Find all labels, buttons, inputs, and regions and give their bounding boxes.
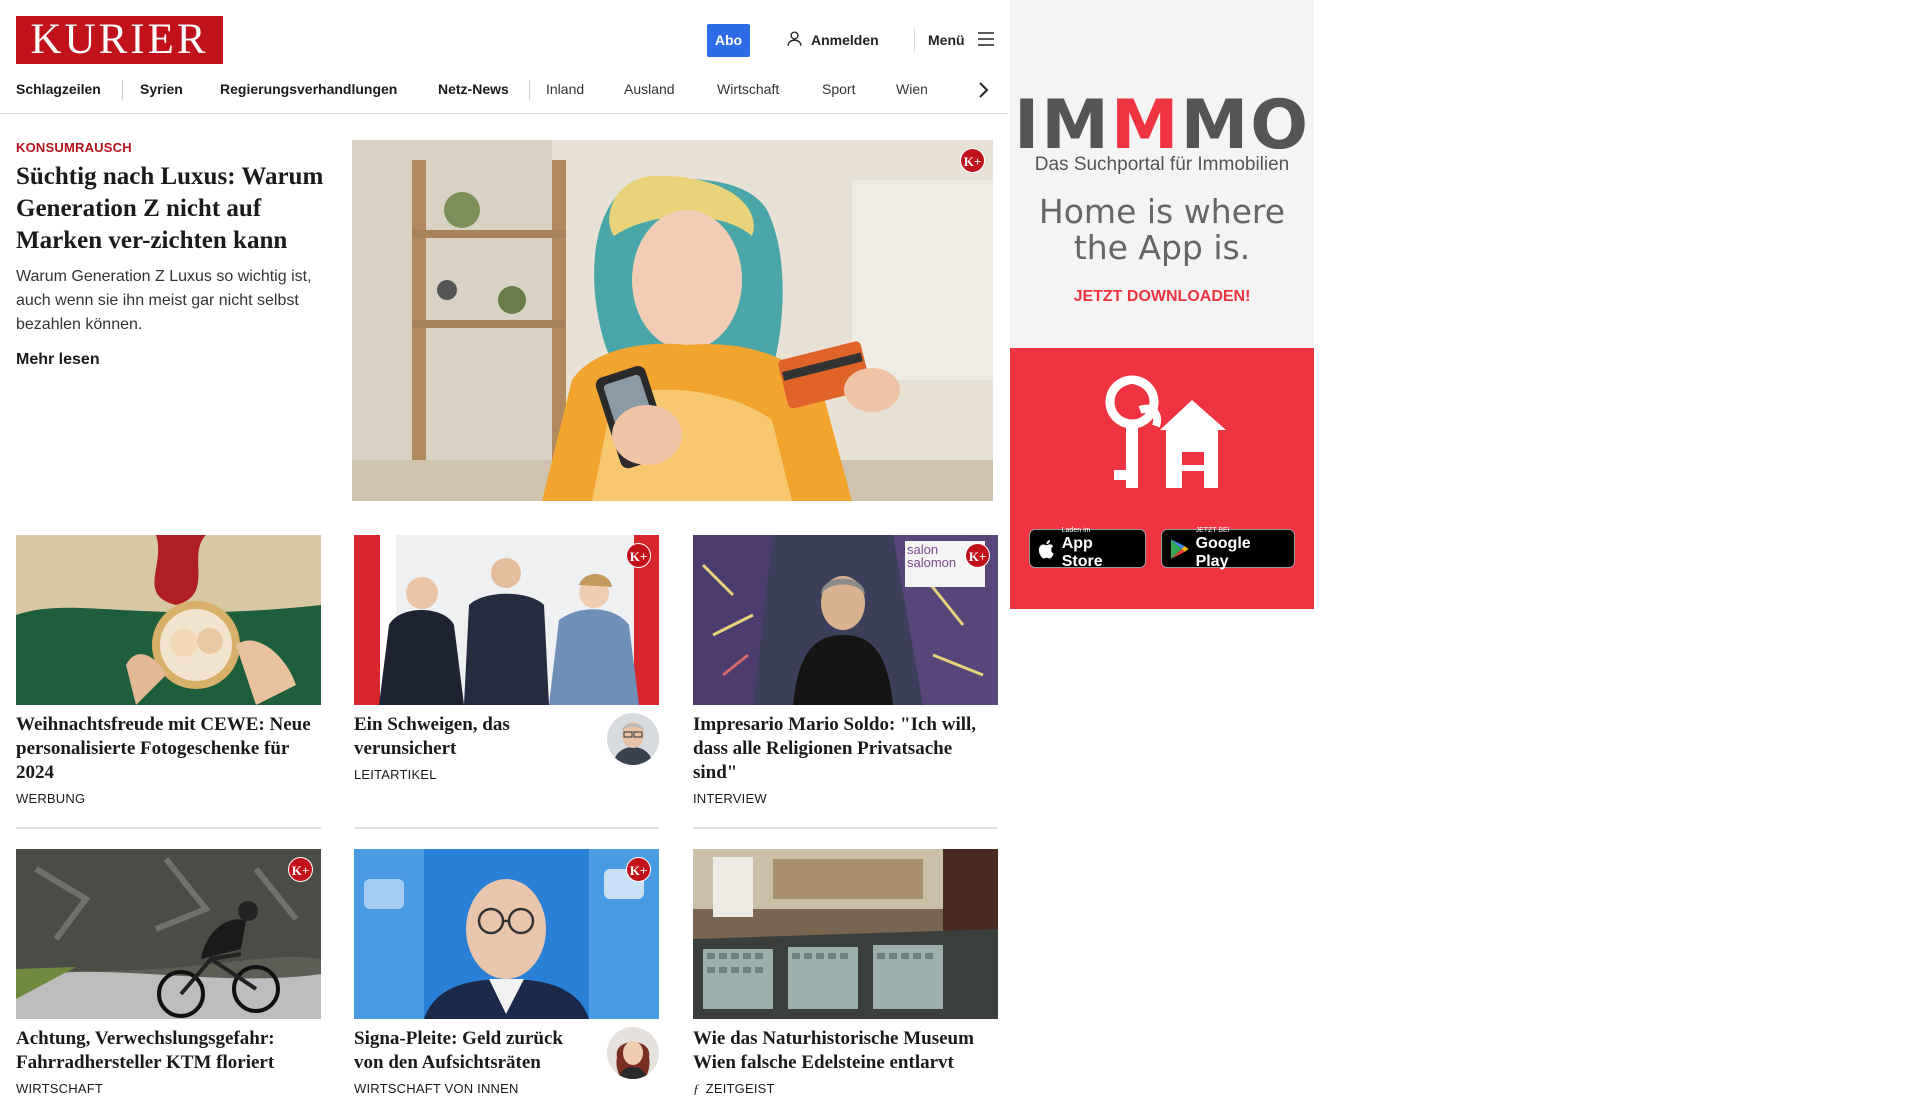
google-play-small-label: JETZT BEI bbox=[1195, 526, 1230, 534]
row-divider bbox=[16, 827, 321, 829]
article-card[interactable]: K+ Signa-Pleite: Geld zurück von den Auf… bbox=[354, 849, 659, 1096]
author-avatar bbox=[607, 713, 659, 765]
article-label: INTERVIEW bbox=[693, 791, 767, 806]
read-more-link[interactable]: Mehr lesen bbox=[16, 351, 326, 369]
immmo-advertisement[interactable]: IMMMO Das Suchportal für Immobilien Home… bbox=[1010, 0, 1314, 609]
nav-item-sport[interactable]: Sport bbox=[822, 76, 855, 114]
ad-download-link[interactable]: JETZT DOWNLOADEN! bbox=[1010, 288, 1314, 306]
article-label: WIRTSCHAFT VON INNEN bbox=[354, 1081, 519, 1096]
nav-item-regierungsverhandlungen[interactable]: Regierungsverhandlungen bbox=[220, 76, 397, 114]
article-image[interactable]: K+ bbox=[354, 535, 659, 705]
kplus-badge: K+ bbox=[965, 543, 990, 568]
article-label: WIRTSCHAFT bbox=[16, 1081, 103, 1096]
login-button[interactable]: Anmelden bbox=[786, 28, 879, 52]
section-nav: Schlagzeilen Syrien Regierungsverhandlun… bbox=[0, 76, 1008, 114]
hero-kicker: KONSUMRAUSCH bbox=[16, 140, 132, 155]
header-divider bbox=[914, 28, 915, 52]
app-store-small-label: Laden im bbox=[1061, 526, 1091, 534]
abo-button[interactable]: Abo bbox=[707, 24, 750, 57]
kplus-badge: K+ bbox=[288, 857, 313, 882]
ad-subtitle: Das Suchportal für Immobilien bbox=[1034, 154, 1290, 175]
nav-item-ausland[interactable]: Ausland bbox=[624, 76, 675, 114]
article-headline[interactable]: Achtung, Verwechslungsgefahr: Fahrradher… bbox=[16, 1027, 321, 1075]
chevron-right-icon[interactable] bbox=[975, 80, 991, 100]
article-image[interactable]: K+ bbox=[354, 849, 659, 1019]
kplus-badge: K+ bbox=[626, 857, 651, 882]
article-headline[interactable]: Weihnachtsfreude mit CEWE: Neue personal… bbox=[16, 713, 321, 785]
article-image[interactable] bbox=[693, 849, 998, 1019]
nav-item-netz-news[interactable]: Netz-News bbox=[438, 76, 509, 114]
immmo-logo: IMMMO bbox=[1010, 90, 1314, 162]
ad-slogan: Home is where the App is. bbox=[1038, 192, 1286, 267]
google-play-button[interactable]: JETZT BEI Google Play bbox=[1161, 526, 1295, 570]
key-house-icon bbox=[1105, 375, 1226, 488]
article-image[interactable] bbox=[16, 535, 321, 705]
menu-label: Menü bbox=[928, 32, 965, 48]
row-divider bbox=[354, 827, 659, 829]
header: KURIER Abo Anmelden Menü bbox=[0, 0, 1008, 76]
ad-top-panel: IMMMO Das Suchportal für Immobilien Home… bbox=[1010, 0, 1314, 348]
kplus-badge: K+ bbox=[960, 148, 985, 173]
article-label: WERBUNG bbox=[16, 791, 86, 806]
article-headline[interactable]: Impresario Mario Soldo: "Ich will, dass … bbox=[693, 713, 998, 785]
google-play-icon bbox=[1170, 538, 1189, 559]
kurier-logo[interactable]: KURIER bbox=[16, 16, 223, 64]
app-store-label: App Store bbox=[1061, 534, 1103, 570]
kplus-badge: K+ bbox=[626, 543, 651, 568]
article-image[interactable]: salon salomon K+ bbox=[693, 535, 998, 705]
article-headline[interactable]: Ein Schweigen, das verunsichert bbox=[354, 713, 594, 761]
article-label: ƒ ZEITGEIST bbox=[693, 1081, 998, 1097]
nav-item-syrien[interactable]: Syrien bbox=[140, 76, 183, 114]
app-store-button[interactable]: Laden im App Store bbox=[1029, 526, 1146, 570]
apple-icon bbox=[1038, 539, 1054, 559]
nav-item-wirtschaft[interactable]: Wirtschaft bbox=[717, 76, 779, 114]
article-headline[interactable]: Signa-Pleite: Geld zurück von den Aufsic… bbox=[354, 1027, 594, 1075]
hero-teaser: Warum Generation Z Luxus so wichtig ist,… bbox=[16, 268, 312, 333]
article-card[interactable]: K+ Achtung, Verwechslungsgefahr: Fahrrad… bbox=[16, 849, 321, 1096]
article-label-text: ZEITGEIST bbox=[705, 1081, 775, 1096]
article-headline[interactable]: Wie das Naturhistorische Museum Wien fal… bbox=[693, 1027, 998, 1075]
hamburger-icon bbox=[977, 31, 995, 50]
google-play-label: Google Play bbox=[1195, 534, 1251, 570]
row-divider bbox=[693, 827, 998, 829]
article-label: LEITARTIKEL bbox=[354, 767, 437, 782]
article-card[interactable]: Wie das Naturhistorische Museum Wien fal… bbox=[693, 849, 998, 1097]
hero-image[interactable]: K+ bbox=[352, 140, 993, 501]
user-icon bbox=[786, 30, 803, 50]
article-card[interactable]: salon salomon K+ Impresario Mario Soldo:… bbox=[693, 535, 998, 806]
ad-bottom-panel: Laden im App Store JETZT BEI Google Play bbox=[1010, 348, 1314, 609]
zeitgeist-icon: ƒ bbox=[693, 1081, 700, 1096]
article-card[interactable]: Weihnachtsfreude mit CEWE: Neue personal… bbox=[16, 535, 321, 806]
nav-item-inland[interactable]: Inland bbox=[546, 76, 584, 114]
nav-item-schlagzeilen[interactable]: Schlagzeilen bbox=[16, 76, 101, 114]
article-card[interactable]: K+ Ein Schweigen, das verunsichert LEITA… bbox=[354, 535, 659, 782]
hero-headline[interactable]: Süchtig nach Luxus: Warum Generation Z n… bbox=[16, 161, 326, 257]
article-image[interactable]: K+ bbox=[16, 849, 321, 1019]
nav-divider bbox=[529, 80, 530, 100]
hero-article[interactable]: KONSUMRAUSCH Süchtig nach Luxus: Warum G… bbox=[16, 140, 326, 369]
kurier-site: KURIER Abo Anmelden Menü Schlagzeilen Sy… bbox=[0, 0, 1008, 1096]
nav-divider bbox=[122, 80, 123, 100]
menu-button[interactable]: Menü bbox=[928, 28, 995, 52]
login-label: Anmelden bbox=[811, 32, 879, 48]
author-avatar bbox=[607, 1027, 659, 1079]
